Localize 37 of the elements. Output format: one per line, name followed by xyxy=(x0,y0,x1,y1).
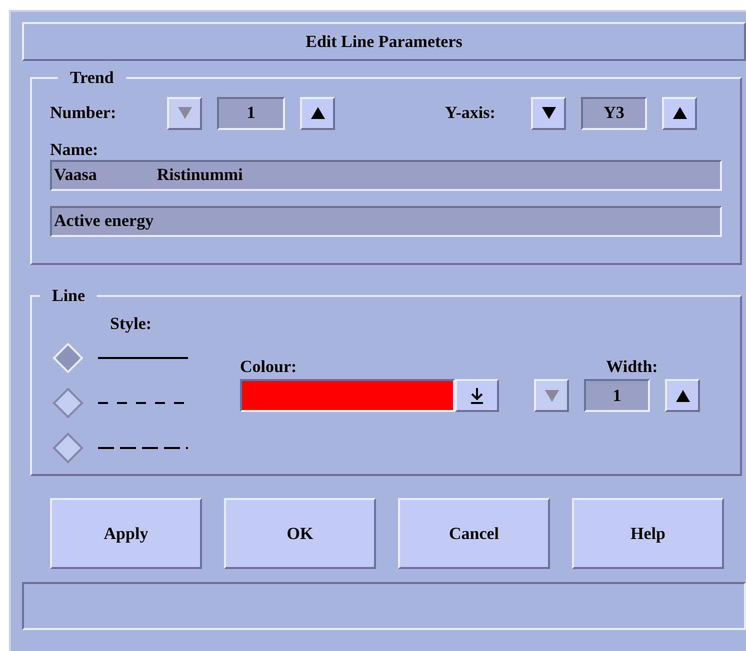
style-label: Style: xyxy=(110,312,153,335)
up-triangle-icon xyxy=(672,107,686,119)
dialog-button[interactable]: OK xyxy=(224,498,376,569)
description-field[interactable]: Active energy xyxy=(50,206,722,236)
group-label: Trend xyxy=(69,67,115,89)
value-field[interactable]: 1 xyxy=(217,96,285,130)
up-triangle-icon xyxy=(676,390,690,402)
dialog-button[interactable]: Help xyxy=(572,498,724,569)
line-style-icon xyxy=(98,446,188,450)
value-field[interactable]: Y3 xyxy=(581,96,647,130)
radio-diamond[interactable] xyxy=(52,432,84,464)
line-style-icon xyxy=(98,356,188,360)
down-triangle-icon xyxy=(542,107,556,119)
name-field[interactable]: Vaasa Ristinummi xyxy=(50,160,722,190)
increment-button[interactable] xyxy=(300,96,335,130)
y-axis-label: Y-axis: xyxy=(445,102,496,124)
down-triangle-icon xyxy=(544,390,558,402)
down-triangle-icon xyxy=(178,107,192,119)
name-text: Ristinummi xyxy=(156,164,243,186)
name-label: Name: xyxy=(50,140,100,160)
value-field[interactable]: 1 xyxy=(584,379,650,412)
number-label: Number: xyxy=(50,102,118,124)
increment-button[interactable] xyxy=(662,96,697,130)
width-label: Width: xyxy=(606,356,658,378)
download-arrow-icon xyxy=(471,388,483,404)
decrement-button[interactable] xyxy=(531,96,566,130)
name-text: Vaasa xyxy=(54,164,97,186)
group-label: Line xyxy=(51,285,86,307)
colour-swatch[interactable] xyxy=(240,379,455,412)
increment-button[interactable] xyxy=(665,379,700,412)
colour-label: Colour: xyxy=(240,356,298,378)
dialog-button[interactable]: Cancel xyxy=(398,498,550,569)
up-triangle-icon xyxy=(310,107,324,119)
window-title: Edit Line Parameters xyxy=(22,22,746,61)
dropdown-button[interactable] xyxy=(455,379,499,412)
radio-diamond[interactable] xyxy=(52,386,84,418)
dialog-button[interactable]: Apply xyxy=(50,498,202,569)
